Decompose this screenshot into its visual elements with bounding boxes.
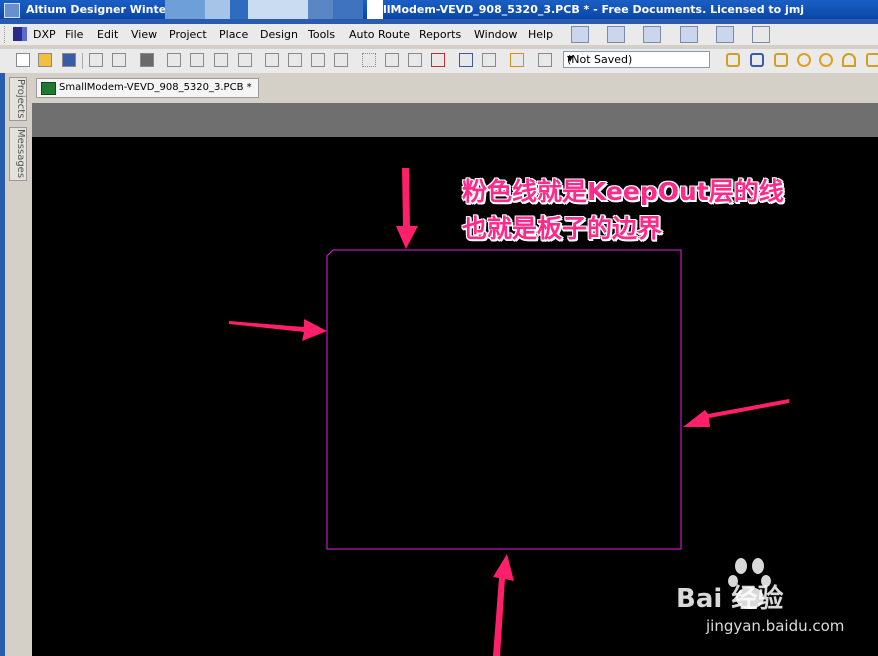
move-icon[interactable]	[385, 53, 399, 67]
rubber-stamp-icon[interactable]	[334, 53, 348, 67]
document-tab-label: SmallModem-VEVD_908_5320_3.PCB *	[59, 82, 252, 93]
menu-tools[interactable]: Tools	[308, 28, 335, 41]
find-icon[interactable]	[643, 26, 661, 43]
window-frame	[0, 73, 5, 656]
copy-icon[interactable]	[288, 53, 302, 67]
cut-icon[interactable]	[265, 53, 279, 67]
menu-bar: DXP File Edit View Project Place Design …	[0, 24, 878, 45]
tab-messages[interactable]: Messages	[9, 127, 27, 181]
undo-icon[interactable]	[459, 53, 473, 67]
crossprobe-icon[interactable]	[510, 53, 524, 67]
clear-filter-icon[interactable]	[431, 53, 445, 67]
browse-library-icon[interactable]	[538, 53, 552, 67]
open-icon[interactable]	[38, 53, 52, 67]
route-diff-pair-icon[interactable]	[774, 53, 788, 67]
room-icon[interactable]	[716, 26, 734, 43]
zoom-selected-icon[interactable]	[214, 53, 228, 67]
annotation-line-2: 也就是板子的边界	[462, 214, 663, 243]
menu-dxp[interactable]: DXP	[33, 28, 56, 41]
menu-view[interactable]: View	[131, 28, 157, 41]
watermark-brand: Bai 经验	[676, 584, 784, 614]
menu-reports[interactable]: Reports	[419, 28, 461, 41]
grid-icon[interactable]	[752, 26, 770, 43]
zoom-fit-icon[interactable]	[167, 53, 181, 67]
zoom-area-icon[interactable]	[190, 53, 204, 67]
redacted-block	[333, 0, 363, 19]
layers-icon[interactable]	[140, 53, 154, 67]
print-preview-icon[interactable]	[112, 53, 126, 67]
dxp-icon	[13, 27, 27, 41]
redacted-block	[230, 0, 248, 19]
menu-project[interactable]: Project	[169, 28, 207, 41]
redacted-block	[248, 0, 308, 19]
route-multiple-icon[interactable]	[750, 53, 764, 67]
print-icon[interactable]	[89, 53, 103, 67]
tab-projects[interactable]: Projects	[9, 77, 27, 121]
window-title-document: llModem-VEVD_908_5320_3.PCB * - Free Doc…	[383, 3, 805, 16]
redacted-block	[308, 0, 333, 19]
app-icon	[4, 3, 20, 18]
menu-design[interactable]: Design	[260, 28, 298, 41]
chart-icon[interactable]	[571, 26, 589, 43]
variant-combo[interactable]: (Not Saved) ▼	[563, 51, 710, 68]
redacted-block	[165, 0, 205, 19]
via-icon[interactable]	[819, 53, 833, 67]
toolbar-separator	[82, 53, 83, 69]
menu-place[interactable]: Place	[219, 28, 248, 41]
menu-auto-route[interactable]: Auto Route	[349, 28, 410, 41]
workspace-margin	[32, 103, 878, 137]
window-title-bar: Altium Designer Winter 09 llModem-VEVD_9…	[0, 0, 878, 19]
save-icon[interactable]	[62, 53, 76, 67]
align-icon[interactable]	[607, 26, 625, 43]
document-tab-bar: SmallModem-VEVD_908_5320_3.PCB *	[32, 73, 878, 103]
document-tab[interactable]: SmallModem-VEVD_908_5320_3.PCB *	[36, 78, 259, 98]
deselect-icon[interactable]	[408, 53, 422, 67]
paste-icon[interactable]	[311, 53, 325, 67]
side-panel-bar: Projects Messages	[0, 73, 32, 656]
pad-icon[interactable]	[797, 53, 811, 67]
menu-help[interactable]: Help	[528, 28, 553, 41]
redacted-block	[367, 0, 383, 19]
menu-window[interactable]: Window	[474, 28, 517, 41]
select-area-icon[interactable]	[362, 53, 376, 67]
ruler-icon[interactable]	[680, 26, 698, 43]
menu-file[interactable]: File	[65, 28, 83, 41]
chevron-down-icon: ▼	[567, 54, 574, 63]
menu-edit[interactable]: Edit	[97, 28, 118, 41]
watermark-url: jingyan.baidu.com	[706, 617, 845, 635]
redo-icon[interactable]	[482, 53, 496, 67]
redacted-block	[205, 0, 230, 19]
standard-toolbar	[0, 49, 878, 73]
menu-grip	[4, 26, 9, 43]
more-tools-icon[interactable]	[866, 53, 878, 67]
annotation-line-1: 粉色线就是KeepOut层的线	[462, 177, 784, 206]
route-interactive-icon[interactable]	[726, 53, 740, 67]
arc-icon[interactable]	[842, 53, 856, 67]
pcb-document-icon	[41, 82, 56, 95]
new-icon[interactable]	[16, 53, 30, 67]
zoom-filter-icon[interactable]	[238, 53, 252, 67]
